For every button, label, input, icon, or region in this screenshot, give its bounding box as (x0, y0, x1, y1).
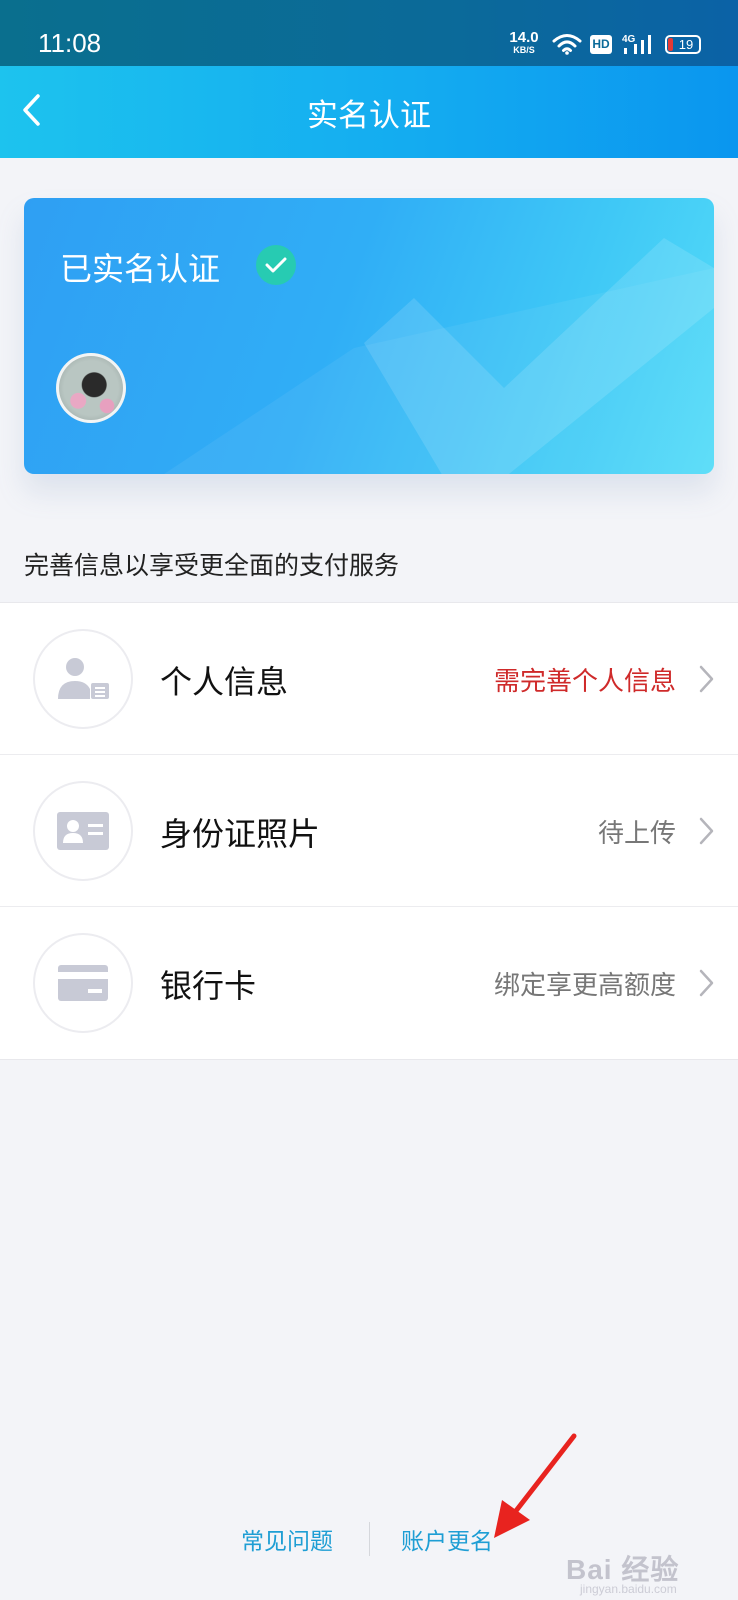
page-title: 实名认证 (307, 98, 431, 134)
verification-card: 已实名认证 (24, 198, 714, 474)
list-item-bank-card[interactable]: 银行卡 绑定享更高额度 (0, 907, 738, 1059)
faq-link[interactable]: 常见问题 (241, 1522, 333, 1556)
wifi-icon (552, 34, 582, 55)
network-speed-unit: KB/S (513, 45, 535, 55)
network-speed-value: 14.0 (509, 29, 539, 46)
footer-divider (369, 1522, 370, 1556)
account-rename-link[interactable]: 账户更名 (401, 1522, 493, 1556)
id-card-icon (33, 781, 133, 881)
list-item-label: 身份证照片 (160, 815, 321, 853)
battery-level: 19 (678, 37, 694, 52)
status-time: 11:08 (38, 28, 102, 58)
app-header: 11:08 14.0 KB/S HD 4G 19 实名认证 (0, 0, 738, 158)
chevron-right-icon (699, 665, 714, 693)
status-bar: 11:08 14.0 KB/S HD 4G 19 (0, 0, 738, 66)
signal-icon: 4G (622, 34, 651, 54)
list-item-status: 绑定享更高额度 (493, 971, 676, 1001)
watermark-sub: jingyan.baidu.com (580, 1582, 677, 1596)
verified-label: 已实名认证 (60, 250, 221, 288)
avatar (56, 353, 126, 423)
section-title: 完善信息以享受更全面的支付服务 (24, 551, 400, 580)
network-speed: 14.0 KB/S (506, 30, 542, 55)
person-id-icon (33, 629, 133, 729)
chevron-right-icon (699, 817, 714, 845)
hd-icon: HD (590, 35, 612, 54)
battery-icon: 19 (665, 35, 701, 54)
info-list: 个人信息 需完善个人信息 身份证照片 待上传 银行卡 绑定享更高额度 (0, 602, 738, 1060)
list-item-status: 需完善个人信息 (493, 667, 676, 697)
check-watermark-icon (164, 238, 714, 474)
network-type-label: 4G (622, 34, 636, 45)
chevron-right-icon (699, 969, 714, 997)
list-item-label: 银行卡 (160, 967, 257, 1005)
list-item-personal-info[interactable]: 个人信息 需完善个人信息 (0, 603, 738, 755)
verified-check-icon (256, 245, 296, 285)
list-item-status: 待上传 (597, 819, 676, 849)
bank-card-icon (33, 933, 133, 1033)
baidu-watermark: Bai 经验 jingyan.baidu.com (566, 1548, 679, 1596)
list-item-id-photo[interactable]: 身份证照片 待上传 (0, 755, 738, 907)
list-item-label: 个人信息 (160, 663, 289, 701)
